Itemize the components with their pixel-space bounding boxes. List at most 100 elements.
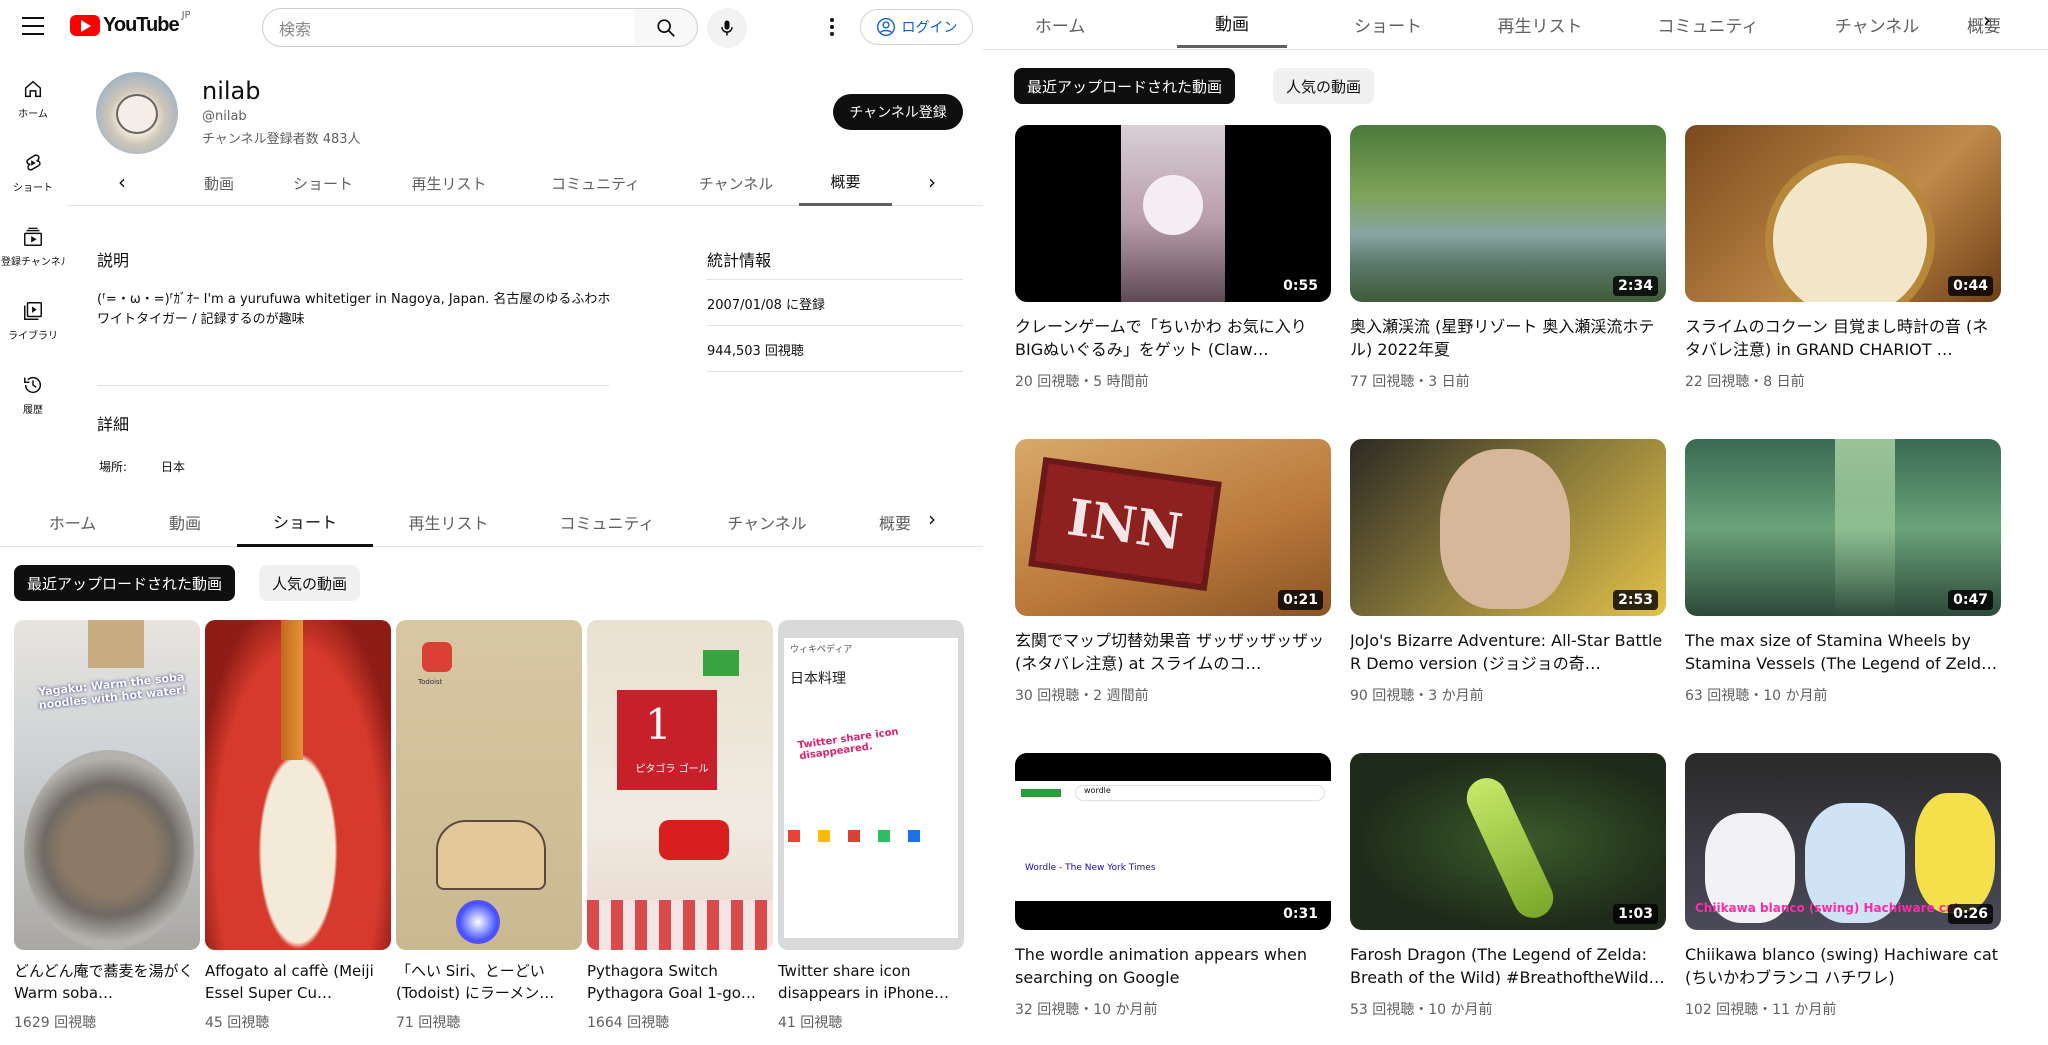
microphone-icon [721,20,733,36]
tab-shorts[interactable]: ショート [237,497,373,547]
video-title[interactable]: JoJo's Bizarre Adventure: All-Star Battl… [1350,629,1666,675]
tab-channels[interactable]: チャンネル [1802,0,1952,48]
chevron-right-icon[interactable]: › [928,507,936,531]
menu-icon[interactable] [22,17,44,35]
tab-channels[interactable]: チャンネル [702,497,832,547]
sidebar-item-shorts[interactable]: ショート [0,148,66,222]
sidebar-item-subscriptions[interactable]: 登録チャンネル [0,222,66,296]
tab-home[interactable]: ホーム [30,497,115,547]
tab-community[interactable]: コミュニティ [1624,0,1792,48]
tab-shorts[interactable]: ショート [1323,0,1453,48]
chevron-right-icon[interactable]: › [1983,8,1991,32]
video-thumbnail[interactable]: 0:44 [1685,125,2001,302]
channel-avatar[interactable] [96,72,178,154]
short-thumbnail[interactable]: Yagaku: Warm the soba noodles with hot w… [14,620,200,950]
short-title[interactable]: Twitter share icon disappears in iPhone… [778,960,960,1004]
tab-videos[interactable]: 動画 [140,497,230,547]
tab-community[interactable]: コミュニティ [536,497,678,547]
chip-recent[interactable]: 最近アップロードされた動画 [14,565,236,601]
login-button[interactable]: ログイン [860,9,973,45]
sidebar-item-library[interactable]: ライブラリ [0,296,66,370]
video-title[interactable]: スライムのコクーン 目覚まし時計の音 (ネタバレ注意) in GRAND CHA… [1685,315,2001,361]
chevron-right-icon[interactable]: › [928,170,936,194]
tab-about[interactable]: 概要 [855,497,935,547]
video-duration: 0:31 [1278,904,1323,924]
sidebar-item-history[interactable]: 履歴 [0,370,66,444]
short-views: 1629 回視聴 [14,1015,97,1031]
video-thumbnail[interactable]: 2:53 [1350,439,1666,616]
chip-recent[interactable]: 最近アップロードされた動画 [1014,68,1236,104]
short-thumbnail[interactable] [205,620,391,950]
tab-about[interactable]: 概要 [799,160,892,206]
channel-handle: @nilab [202,109,247,124]
search-input[interactable]: 検索 [262,8,635,47]
short-views: 41 回視聴 [778,1015,843,1031]
sidebar-item-label: 履歴 [23,405,43,416]
short-title[interactable]: Pythagora Switch Pythagora Goal 1-go… [587,960,769,1004]
divider [707,279,963,280]
video-title[interactable]: 奥入瀬渓流 (星野リゾート 奥入瀬渓流ホテル) 2022年夏 [1350,315,1666,361]
short-title[interactable]: どんどん庵で蕎麦を湯がく Warm soba… [14,960,196,1004]
video-title[interactable]: 玄関でマップ切替効果音 ザッザッザッザッ (ネタバレ注意) at スライムのコ… [1015,629,1331,675]
chip-popular[interactable]: 人気の動画 [259,565,361,601]
tab-playlists[interactable]: 再生リスト [1465,0,1615,48]
sidebar-item-home[interactable]: ホーム [0,74,66,148]
more-options-icon[interactable] [826,14,838,40]
video-thumbnail[interactable]: wordle Wordle - The New York Times 0:31 [1015,753,1331,930]
subscriptions-icon [24,227,42,246]
search-icon [656,18,675,37]
video-thumbnail[interactable]: 2:34 [1350,125,1666,302]
tab-videos[interactable]: 動画 [174,160,264,206]
video-thumbnail[interactable]: 0:55 [1015,125,1331,302]
divider [707,371,963,372]
video-thumbnail[interactable]: INN 0:21 [1015,439,1331,616]
video-thumbnail[interactable]: 0:47 [1685,439,2001,616]
video-meta: 63 回視聴・10 か月前 [1685,688,1828,704]
video-thumbnail[interactable]: Chiikawa blanco (swing) Hachiware cat 0:… [1685,753,2001,930]
video-meta: 20 回視聴・5 時間前 [1015,374,1149,390]
short-views: 1664 回視聴 [587,1015,670,1031]
shorts-icon [26,154,41,171]
voice-search-button[interactable] [707,8,747,48]
account-icon [876,18,895,36]
tab-playlists[interactable]: 再生リスト [384,160,514,206]
video-meta: 90 回視聴・3 か月前 [1350,688,1484,704]
app-label: Todoist [418,678,443,686]
video-title[interactable]: Chiikawa blanco (swing) Hachiware cat (ち… [1685,943,2001,989]
video-title[interactable]: Farosh Dragon (The Legend of Zelda: Brea… [1350,943,1666,989]
subscribe-button[interactable]: チャンネル登録 [833,94,963,130]
video-meta: 30 回視聴・2 週間前 [1015,688,1149,704]
short-overlay-text: Yagaku: Warm the soba noodles with hot w… [37,670,188,712]
siri-icon [456,900,500,944]
tab-home[interactable]: ホーム [1005,0,1115,48]
joined-date: 2007/01/08 に登録 [707,298,826,313]
chip-popular[interactable]: 人気の動画 [1273,68,1375,104]
video-duration: 0:55 [1278,276,1323,296]
details-heading: 詳細 [97,415,130,434]
subscriber-count: チャンネル登録者数 483人 [202,132,361,147]
tab-playlists[interactable]: 再生リスト [385,497,512,547]
search-button[interactable] [634,8,698,47]
tab-channels[interactable]: チャンネル [676,160,796,206]
tab-videos[interactable]: 動画 [1177,0,1287,48]
divider [707,325,963,326]
video-title[interactable]: クレーンゲームで「ちいかわ お気に入りBIGぬいぐるみ」をゲット (Claw… [1015,315,1331,361]
channel-tabs: ‹ 動画 ショート 再生リスト コミュニティ チャンネル 概要 › [68,160,983,206]
sidebar-item-label: 登録チャンネル [1,257,65,268]
channel-tabs-right: ホーム 動画 ショート 再生リスト コミュニティ チャンネル 概要 › [983,0,2048,50]
video-thumbnail[interactable]: 1:03 [1350,753,1666,930]
sign-text: ピタゴラ ゴール [635,764,709,775]
short-thumbnail[interactable]: Todoist [396,620,582,950]
short-thumbnail[interactable]: ウィキペディア 日本料理 Twitter share icon disappea… [778,620,964,950]
tab-shorts[interactable]: ショート [268,160,378,206]
youtube-logo[interactable]: YouTube JP [70,10,191,37]
short-title[interactable]: 「へい Siri、とーどい (Todoist) にラーメン… [396,960,578,1004]
video-title[interactable]: The wordle animation appears when search… [1015,943,1331,989]
video-title[interactable]: The max size of Stamina Wheels by Stamin… [1685,629,2001,675]
tab-community[interactable]: コミュニティ [528,160,663,206]
short-thumbnail[interactable]: 1 ピタゴラ ゴール [587,620,773,950]
location-value: 日本 [161,460,186,474]
video-duration: 2:53 [1613,590,1658,610]
chevron-left-icon[interactable]: ‹ [118,170,126,194]
short-title[interactable]: Affogato al caffè (Meiji Essel Super Cu… [205,960,387,1004]
